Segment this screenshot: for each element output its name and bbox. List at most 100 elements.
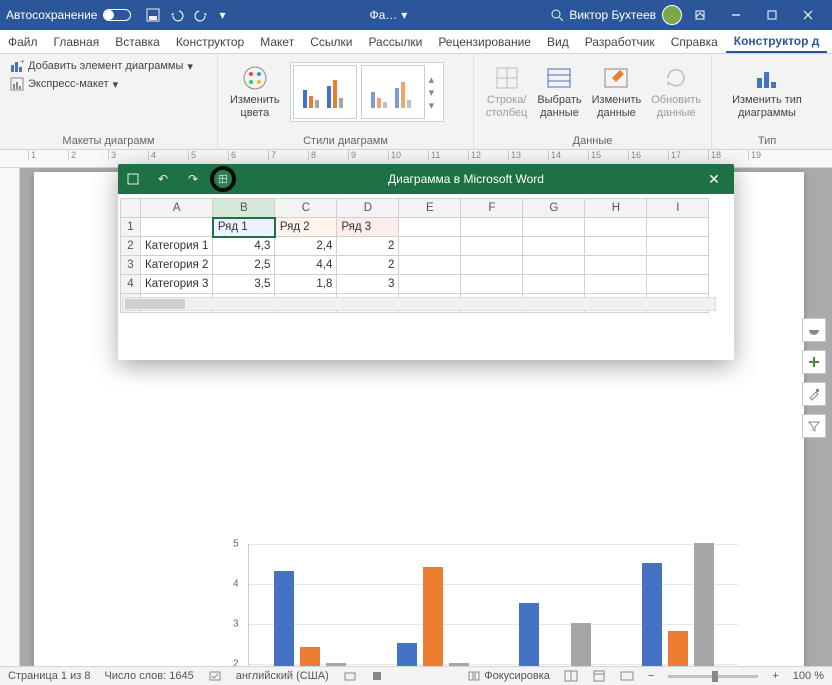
- chart-styles-brush-icon[interactable]: [802, 382, 826, 406]
- close-button[interactable]: [790, 0, 826, 30]
- col-header[interactable]: H: [585, 199, 647, 218]
- cell[interactable]: [399, 275, 461, 294]
- menu-home[interactable]: Главная: [46, 30, 108, 53]
- cell[interactable]: Ряд 3: [337, 218, 399, 237]
- add-chart-element-button[interactable]: + Добавить элемент диаграммы ▾: [8, 58, 209, 74]
- chart-bar[interactable]: [571, 623, 591, 666]
- cell[interactable]: [461, 256, 523, 275]
- menu-layout[interactable]: Макет: [252, 30, 302, 53]
- cell[interactable]: [523, 256, 585, 275]
- menu-chart-design[interactable]: Конструктор д: [726, 30, 828, 53]
- col-header[interactable]: C: [275, 199, 337, 218]
- cell[interactable]: [461, 275, 523, 294]
- menu-design[interactable]: Конструктор: [168, 30, 252, 53]
- row-header[interactable]: 4: [121, 275, 141, 294]
- cell[interactable]: [399, 218, 461, 237]
- chart-bar[interactable]: [694, 543, 714, 666]
- status-language[interactable]: английский (США): [236, 670, 329, 682]
- menu-view[interactable]: Вид: [539, 30, 577, 53]
- col-header[interactable]: F: [461, 199, 523, 218]
- cell[interactable]: 2: [337, 256, 399, 275]
- zoom-level[interactable]: 100 %: [793, 670, 824, 682]
- cell[interactable]: [585, 218, 647, 237]
- chart-plot-area[interactable]: 12345: [248, 544, 738, 666]
- cell[interactable]: [141, 218, 213, 237]
- menu-developer[interactable]: Разработчик: [577, 30, 663, 53]
- cell[interactable]: [647, 237, 709, 256]
- cell[interactable]: Ряд 2: [275, 218, 337, 237]
- zoom-slider[interactable]: [668, 675, 758, 678]
- cell[interactable]: [399, 256, 461, 275]
- menu-references[interactable]: Ссылки: [302, 30, 360, 53]
- cell[interactable]: 1,8: [275, 275, 337, 294]
- status-macro-icon[interactable]: [371, 670, 383, 682]
- menu-help[interactable]: Справка: [663, 30, 726, 53]
- select-data-button[interactable]: Выбрать данные: [533, 58, 585, 126]
- cell[interactable]: [523, 237, 585, 256]
- account-button[interactable]: Виктор Бухтеев: [569, 5, 682, 25]
- chart-bar[interactable]: [519, 603, 539, 666]
- view-read-icon[interactable]: [564, 670, 578, 682]
- change-colors-button[interactable]: Изменить цвета: [226, 62, 284, 121]
- chart-filter-icon[interactable]: [802, 414, 826, 438]
- chart-object[interactable]: 12345 Категория 1Категория 2Категория 3К…: [218, 538, 750, 666]
- cell[interactable]: [523, 218, 585, 237]
- edit-data-button[interactable]: Изменить данные: [588, 58, 646, 126]
- excel-edit-in-external-button[interactable]: [214, 170, 232, 188]
- col-header[interactable]: I: [647, 199, 709, 218]
- minimize-button[interactable]: [718, 0, 754, 30]
- cell[interactable]: 3,5: [213, 275, 275, 294]
- view-web-icon[interactable]: [620, 670, 634, 682]
- zoom-out-button[interactable]: −: [648, 670, 654, 682]
- chart-style-thumb[interactable]: [293, 65, 357, 119]
- chart-bar[interactable]: [668, 631, 688, 666]
- chart-elements-plus-icon[interactable]: [802, 350, 826, 374]
- cell[interactable]: [585, 256, 647, 275]
- search-icon[interactable]: [549, 7, 565, 23]
- chart-style-thumb[interactable]: [361, 65, 425, 119]
- focus-mode-button[interactable]: Фокусировка: [468, 670, 550, 682]
- col-header[interactable]: D: [337, 199, 399, 218]
- cell[interactable]: [399, 237, 461, 256]
- chart-data-editor-close-button[interactable]: ✕: [694, 171, 734, 188]
- vertical-ruler[interactable]: [0, 168, 20, 666]
- cell[interactable]: Ряд 1: [213, 218, 275, 237]
- chart-bar[interactable]: [397, 643, 417, 666]
- chart-data-editor-header[interactable]: ↶ ↷ Диаграмма в Microsoft Word ✕: [118, 164, 734, 194]
- cell[interactable]: 2,5: [213, 256, 275, 275]
- cell[interactable]: 4,3: [213, 237, 275, 256]
- cell[interactable]: [647, 218, 709, 237]
- cell[interactable]: [523, 275, 585, 294]
- cell[interactable]: [585, 237, 647, 256]
- cell[interactable]: Категория 2: [141, 256, 213, 275]
- excel-undo-icon[interactable]: ↶: [154, 170, 172, 188]
- row-header[interactable]: 3: [121, 256, 141, 275]
- menu-file[interactable]: Файл: [0, 30, 46, 53]
- excel-redo-icon[interactable]: ↷: [184, 170, 202, 188]
- cell[interactable]: 2,4: [275, 237, 337, 256]
- change-chart-type-button[interactable]: Изменить тип диаграммы: [720, 58, 814, 126]
- chart-bar[interactable]: [300, 647, 320, 666]
- col-header[interactable]: B: [213, 199, 275, 218]
- cell[interactable]: Категория 1: [141, 237, 213, 256]
- select-all-cell[interactable]: [121, 199, 141, 218]
- cell[interactable]: 4,4: [275, 256, 337, 275]
- col-header[interactable]: E: [399, 199, 461, 218]
- chart-bar[interactable]: [423, 567, 443, 666]
- status-spellcheck-icon[interactable]: [208, 669, 222, 683]
- refresh-data-button[interactable]: Обновить данные: [647, 58, 705, 126]
- cell[interactable]: [461, 237, 523, 256]
- cell[interactable]: [461, 218, 523, 237]
- ribbon-options-icon[interactable]: [682, 0, 718, 30]
- chart-style-gallery[interactable]: ▴ ▾ ▾: [290, 62, 444, 122]
- view-print-icon[interactable]: [592, 670, 606, 682]
- switch-row-col-button[interactable]: Строка/ столбец: [482, 58, 531, 126]
- quick-layout-button[interactable]: Экспресс-макет ▾: [8, 76, 209, 92]
- row-header[interactable]: 2: [121, 237, 141, 256]
- cell[interactable]: [585, 275, 647, 294]
- spreadsheet-h-scrollbar[interactable]: [122, 297, 716, 311]
- status-page[interactable]: Страница 1 из 8: [8, 670, 90, 682]
- cell[interactable]: 3: [337, 275, 399, 294]
- chart-bar[interactable]: [274, 571, 294, 666]
- chart-layout-options-icon[interactable]: [802, 318, 826, 342]
